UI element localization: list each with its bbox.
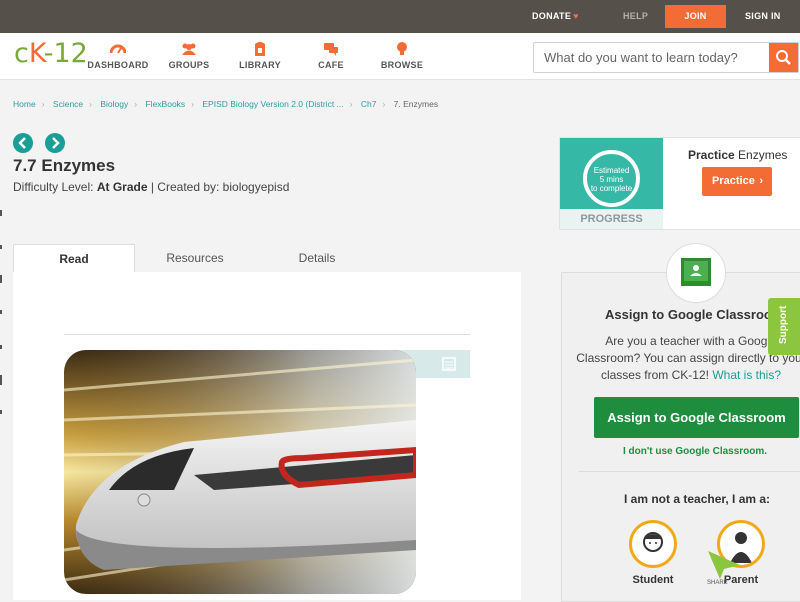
share-icon xyxy=(708,551,740,579)
signin-link[interactable]: SIGN IN xyxy=(745,0,781,33)
chevron-right-icon xyxy=(52,137,61,149)
practice-button[interactable]: Practice › xyxy=(702,167,772,196)
header: cK-12 DASHBOARD GROUPS LIBRARY CAFE BROW… xyxy=(0,33,800,80)
nav-browse[interactable]: BROWSE xyxy=(367,41,437,70)
chevron-left-icon xyxy=(18,137,26,149)
breadcrumb-home[interactable]: Home xyxy=(13,99,36,109)
student-option[interactable]: Student xyxy=(625,520,681,586)
google-classroom-title: Assign to Google Classroom xyxy=(605,307,784,322)
nav-label: BROWSE xyxy=(380,60,424,70)
divider xyxy=(64,334,470,335)
section-nav xyxy=(13,133,73,158)
breadcrumb-current: 7. Enzymes xyxy=(393,99,439,109)
breadcrumb-science[interactable]: Science xyxy=(53,99,83,109)
nav-label: LIBRARY xyxy=(239,60,281,70)
page-title: 7.7 Enzymes xyxy=(13,156,116,175)
next-arrow-button[interactable] xyxy=(45,133,66,153)
cafe-icon xyxy=(324,43,338,56)
progress-tile: Estimated 5 mins to complete PROGRESS xyxy=(560,138,663,229)
nav-label: GROUPS xyxy=(168,60,210,70)
train-image xyxy=(64,350,416,594)
search-input[interactable] xyxy=(542,49,766,66)
progress-label: PROGRESS xyxy=(560,209,663,229)
nav-dashboard[interactable]: DASHBOARD xyxy=(83,41,153,70)
google-classroom-icon xyxy=(666,243,726,303)
dont-use-google-classroom-link[interactable]: I don't use Google Classroom. xyxy=(623,446,767,457)
top-bar: DONATE ♥ HELP JOIN SIGN IN xyxy=(0,0,800,33)
library-icon xyxy=(255,42,265,56)
search-box xyxy=(533,42,799,73)
read-content xyxy=(13,272,521,600)
prev-arrow-button[interactable] xyxy=(13,133,33,153)
not-teacher-label: I am not a teacher, I am a: xyxy=(624,492,771,506)
help-link[interactable]: HELP xyxy=(623,0,648,33)
breadcrumb-flexbooks[interactable]: FlexBooks xyxy=(145,99,185,109)
support-tab[interactable]: Support xyxy=(768,298,800,355)
student-icon xyxy=(629,520,677,568)
share-widget[interactable]: SHARE xyxy=(706,549,742,589)
practice-card: Estimated 5 mins to complete PROGRESS Pr… xyxy=(559,137,800,230)
donate-link[interactable]: DONATE ♥ xyxy=(532,0,579,33)
chevron-right-icon: › xyxy=(191,99,195,109)
breadcrumb: Home › Science › Biology › FlexBooks › EPISD… xyxy=(13,99,444,109)
tab-resources[interactable]: Resources xyxy=(135,244,255,272)
nav-library[interactable]: LIBRARY xyxy=(225,41,295,70)
ck12-logo[interactable]: cK-12 xyxy=(14,38,88,69)
assign-google-classroom-button[interactable]: Assign to Google Classroom xyxy=(594,397,799,438)
tab-read[interactable]: Read xyxy=(13,244,135,273)
estimate-badge: Estimated 5 mins to complete xyxy=(583,150,640,207)
chevron-right-icon: › xyxy=(134,99,138,109)
chevron-right-icon: › xyxy=(382,99,386,109)
divider xyxy=(578,471,800,472)
chevron-right-icon: › xyxy=(349,99,353,109)
created-by: | Created by: biologyepisd xyxy=(150,180,290,194)
practice-title: Practice Enzymes xyxy=(688,148,788,162)
student-label: Student xyxy=(632,574,674,586)
what-is-this-link[interactable]: What is this? xyxy=(712,368,781,382)
nav-cafe[interactable]: CAFE xyxy=(296,41,366,70)
estimate-line: Estimated xyxy=(593,166,630,175)
dashboard-icon xyxy=(110,44,126,54)
breadcrumb-book[interactable]: EPISD Biology Version 2.0 (District ... xyxy=(202,99,343,109)
join-button[interactable]: JOIN xyxy=(665,5,726,28)
notes-icon[interactable] xyxy=(442,357,456,371)
page-meta: Difficulty Level: At Grade | Created by:… xyxy=(13,180,289,194)
content-tabs: Read Resources Details xyxy=(13,244,521,273)
google-classroom-text: Are you a teacher with a Google Classroo… xyxy=(576,334,800,382)
nav-label: CAFE xyxy=(318,60,344,70)
breadcrumb-biology[interactable]: Biology xyxy=(100,99,128,109)
groups-icon xyxy=(182,43,196,55)
chevron-right-icon: › xyxy=(41,99,45,109)
nav-label: DASHBOARD xyxy=(87,60,149,70)
heart-icon: ♥ xyxy=(573,11,579,21)
difficulty-value: At Grade xyxy=(96,180,148,194)
share-label: SHARE xyxy=(707,580,728,586)
tab-details[interactable]: Details xyxy=(257,244,377,272)
estimate-line: to complete xyxy=(590,184,633,193)
lightbulb-icon xyxy=(397,42,407,55)
search-button[interactable] xyxy=(769,43,798,72)
chevron-right-icon: › xyxy=(89,99,92,109)
nav-groups[interactable]: GROUPS xyxy=(154,41,224,70)
search-icon xyxy=(776,50,791,65)
breadcrumb-chapter[interactable]: Ch7 xyxy=(361,99,377,109)
difficulty-label: Difficulty Level: xyxy=(13,180,94,194)
estimate-line: 5 mins xyxy=(599,175,624,184)
chevron-right-icon: › xyxy=(759,175,763,187)
